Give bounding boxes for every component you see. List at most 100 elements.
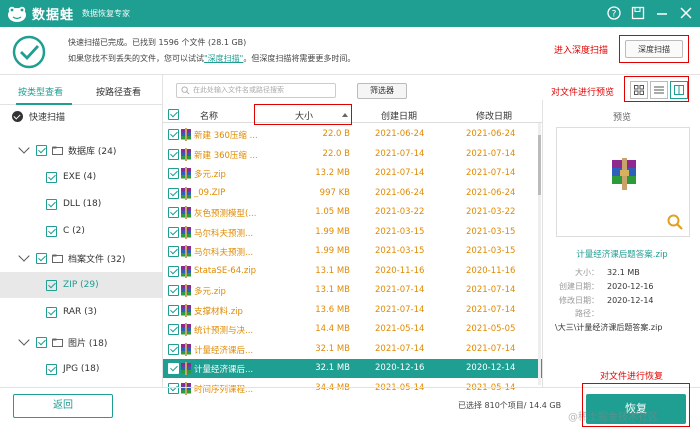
table-row[interactable]: StataSE-64.zip 13.1 MB 2020-11-16 2020-11-1… [163, 262, 542, 281]
preview-view-button[interactable] [670, 81, 688, 99]
chevron-down-icon[interactable] [18, 250, 30, 262]
winrar-file-icon [181, 225, 191, 239]
table-row[interactable]: 计量经济课后... 32.1 MB 2020-12-16 2020-12-14 [163, 359, 542, 378]
file-modified: 2021-07-14 [466, 304, 516, 315]
tree-item[interactable]: C (2) [0, 218, 162, 244]
table-row[interactable]: 马尔科夫预测... 1.99 MB 2021-03-15 2021-03-15 [163, 223, 542, 242]
file-list-panel: 在此处输入文件名或路径搜索 筛选器 名称 大小 创建日期 修改日期 新建 360… [163, 75, 542, 395]
app-logo: 数据蛙 数据恢复专家 [6, 4, 130, 23]
table-row[interactable]: 支撑材料.zip 13.6 MB 2021-07-14 2021-07-14 [163, 301, 542, 320]
quick-scan-item[interactable]: 快速扫描 [12, 110, 65, 123]
tree-checkbox[interactable] [46, 171, 57, 183]
file-size: 997 KB [319, 187, 350, 198]
help-icon[interactable]: ? [606, 5, 622, 21]
table-row[interactable]: 马尔科夫预测... 1.99 MB 2021-03-15 2021-03-15 [163, 242, 542, 261]
col-created[interactable]: 创建日期 [381, 109, 417, 122]
highlight-box-size [254, 104, 352, 125]
tree-item[interactable]: EXE (4) [0, 164, 162, 190]
row-checkbox[interactable] [168, 343, 179, 355]
table-row[interactable]: 计量经济课后... 32.1 MB 2021-07-14 2021-07-14 [163, 340, 542, 359]
table-row[interactable]: 多元.zip 13.2 MB 2021-07-14 2021-07-14 [163, 164, 542, 183]
tree-item[interactable]: 数据库 (24) [0, 137, 162, 163]
tree-item[interactable]: 档案文件 (32) [0, 245, 162, 271]
scan-complete-text: 快速扫描已完成。已找到 1596 个文件 (28.1 GB) [68, 38, 247, 47]
filter-button[interactable]: 筛选器 [357, 83, 407, 99]
file-modified: 2020-11-16 [466, 265, 516, 276]
row-checkbox[interactable] [168, 168, 179, 179]
tree-checkbox[interactable] [36, 252, 47, 264]
file-created: 2021-07-14 [375, 304, 425, 315]
winrar-file-icon [181, 167, 191, 180]
zoom-icon[interactable] [667, 214, 683, 230]
file-modified: 2021-03-15 [466, 246, 516, 256]
col-modified[interactable]: 修改日期 [476, 109, 512, 122]
tab-by-path[interactable]: 按路径查看 [96, 85, 141, 98]
col-name[interactable]: 名称 [200, 109, 218, 122]
preview-path-value: \大三\计量经济课后题答案.zip [555, 323, 663, 332]
tree-item-label: 档案文件 (32) [68, 254, 126, 265]
winrar-file-icon [181, 245, 191, 258]
deep-scan-link[interactable]: "深度扫描" [204, 54, 243, 63]
tab-by-type[interactable]: 按类型查看 [18, 85, 63, 98]
search-input[interactable]: 在此处输入文件名或路径搜索 [176, 83, 336, 98]
file-name: 灰色预测模型(... [194, 209, 257, 219]
annotation-recover: 对文件进行恢复 [600, 372, 664, 382]
save-icon[interactable] [630, 5, 646, 21]
file-size: 32.1 MB [315, 343, 350, 354]
tree-item[interactable]: ZIP (29) [0, 272, 162, 298]
file-created: 2020-12-16 [375, 363, 425, 373]
preview-modified-row: 修改日期： 2020-12-14 [559, 296, 654, 305]
tree-item[interactable]: DLL (18) [0, 191, 162, 217]
minimize-icon[interactable] [654, 5, 670, 21]
back-button[interactable]: 返回 [13, 394, 113, 418]
row-checkbox[interactable] [168, 129, 179, 140]
close-icon[interactable] [678, 5, 694, 21]
chevron-down-icon[interactable] [18, 142, 30, 154]
tree-checkbox[interactable] [36, 144, 47, 156]
table-row[interactable]: 新建 360压缩 ... 22.0 B 2021-06-24 2021-06-24 [163, 125, 542, 144]
tree-item[interactable]: 图片 (18) [0, 329, 162, 355]
tree-checkbox[interactable] [46, 279, 57, 291]
deep-scan-button[interactable]: 深度扫描 [625, 40, 683, 58]
select-all-checkbox[interactable] [168, 109, 179, 120]
preview-path-row: 路径： [575, 309, 599, 318]
left-panel: 按类型查看 按路径查看 快速扫描 数据库 (24) EXE (4) DLL (18)… [0, 75, 163, 387]
tree-checkbox[interactable] [46, 306, 57, 318]
row-checkbox[interactable] [168, 207, 179, 218]
tree-item-label: JPG (18) [63, 364, 100, 374]
table-row[interactable]: 多元.zip 13.1 MB 2021-07-14 2021-07-14 [163, 281, 542, 300]
row-checkbox[interactable] [168, 363, 179, 374]
tree-checkbox[interactable] [46, 225, 57, 237]
tree-item[interactable]: RAR (3) [0, 299, 162, 325]
table-row[interactable]: 灰色预测模型(... 1.05 MB 2021-03-22 2021-03-22 [163, 203, 542, 222]
row-checkbox[interactable] [168, 187, 179, 199]
annotation-deep-scan: 进入深度扫描 [554, 46, 609, 56]
table-row[interactable]: 统计预测与决... 14.4 MB 2021-05-14 2021-05-05 [163, 320, 542, 339]
tree-checkbox[interactable] [46, 363, 57, 375]
tree-checkbox[interactable] [46, 198, 57, 210]
file-size: 13.1 MB [315, 265, 350, 276]
row-checkbox[interactable] [168, 246, 179, 257]
app-name: 数据蛙 [32, 8, 75, 23]
table-row[interactable]: 新建 360压缩 ... 22.0 B 2021-07-14 2021-07-14 [163, 145, 542, 164]
winrar-file-icon [181, 186, 191, 200]
row-checkbox[interactable] [168, 265, 179, 277]
file-modified: 2021-07-14 [466, 343, 516, 354]
row-checkbox[interactable] [168, 285, 179, 296]
scrollbar-thumb[interactable] [538, 135, 541, 195]
tree-item-label: DLL (18) [63, 199, 102, 209]
grid-view-button[interactable] [630, 81, 648, 99]
chevron-down-icon[interactable] [18, 334, 30, 346]
list-view-button[interactable] [650, 81, 668, 99]
file-created: 2021-06-24 [375, 187, 425, 198]
row-checkbox[interactable] [168, 304, 179, 316]
tree-item[interactable]: JPG (18) [0, 356, 162, 382]
search-placeholder: 在此处输入文件名或路径搜索 [193, 86, 284, 94]
row-checkbox[interactable] [168, 324, 179, 335]
file-modified: 2021-07-14 [466, 285, 516, 295]
file-modified: 2021-06-24 [466, 129, 516, 139]
tree-checkbox[interactable] [36, 336, 47, 348]
row-checkbox[interactable] [168, 148, 179, 160]
row-checkbox[interactable] [168, 226, 179, 238]
table-row[interactable]: _09.ZIP 997 KB 2021-06-24 2021-06-24 [163, 184, 542, 203]
